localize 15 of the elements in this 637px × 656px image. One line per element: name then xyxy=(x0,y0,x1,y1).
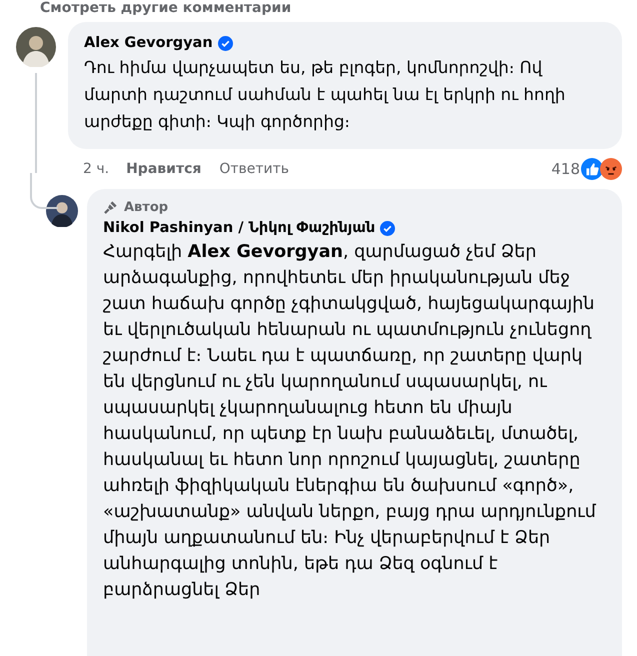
angry-reaction-icon xyxy=(600,158,622,180)
view-more-comments-link[interactable]: Смотреть другие комментарии xyxy=(0,0,637,22)
comment-text: Դու հիմա վարչապետ ես, թե բլոգեր, կոմնորոշվի։ Ով մարտի դաշտում սահման է պահել նա էլ երկրի ու հողի արժեքը գիտի։ Կպի գործորից։ xyxy=(84,57,566,133)
avatar-icon xyxy=(46,195,78,227)
comment-time[interactable]: 2 ч. xyxy=(83,161,110,177)
like-link[interactable]: Нравится xyxy=(126,161,202,177)
author-badge-label: Автор xyxy=(124,200,168,214)
author-name[interactable]: Alex Gevorgyan xyxy=(84,35,213,51)
like-reaction-icon xyxy=(581,158,603,180)
reaction-count[interactable]: 418 xyxy=(551,160,580,178)
reply-link[interactable]: Ответить xyxy=(219,161,290,177)
author-name[interactable]: Nikol Pashinyan / Նիկոլ Փաշինյան xyxy=(103,220,376,236)
reply-text: Հարգելի Alex Gevorgyan, զարմացած չեմ Ձեր արձագանքից, որովհետեւ մեր իրականության մեջ շատ հաճախ գործը չգիտակցված, հայեցակարգային եւ վերլուծական հենարան ու պատմություն չունեցող շարժում է։ Նաեւ դա է պատճառը, որ շատերը վարկ են վերցնում ու չեն կարողանում սպասարկել, ու սպասարկել չկարողանալուց հետո են միայն հասկանում, որ պետք էր նախ բանաձեւել, մտածել, հասկանալ եւ հետո նոր որոշում կայացնել, շատերը ահռելի ֆիզիկական էներգիա են ծախսում «գործ», «աշխատանք» անվան ներքո, բայց դրա արդյունքում միայն աղքատանում են։ Ինչ վերաբերվում է Ձեր անհարգալից տոնին, եթե դա Ձեզ օգնում է բարձրացնել Ձեր xyxy=(103,241,597,602)
microphone-icon xyxy=(103,200,118,214)
avatar-icon xyxy=(16,27,56,67)
